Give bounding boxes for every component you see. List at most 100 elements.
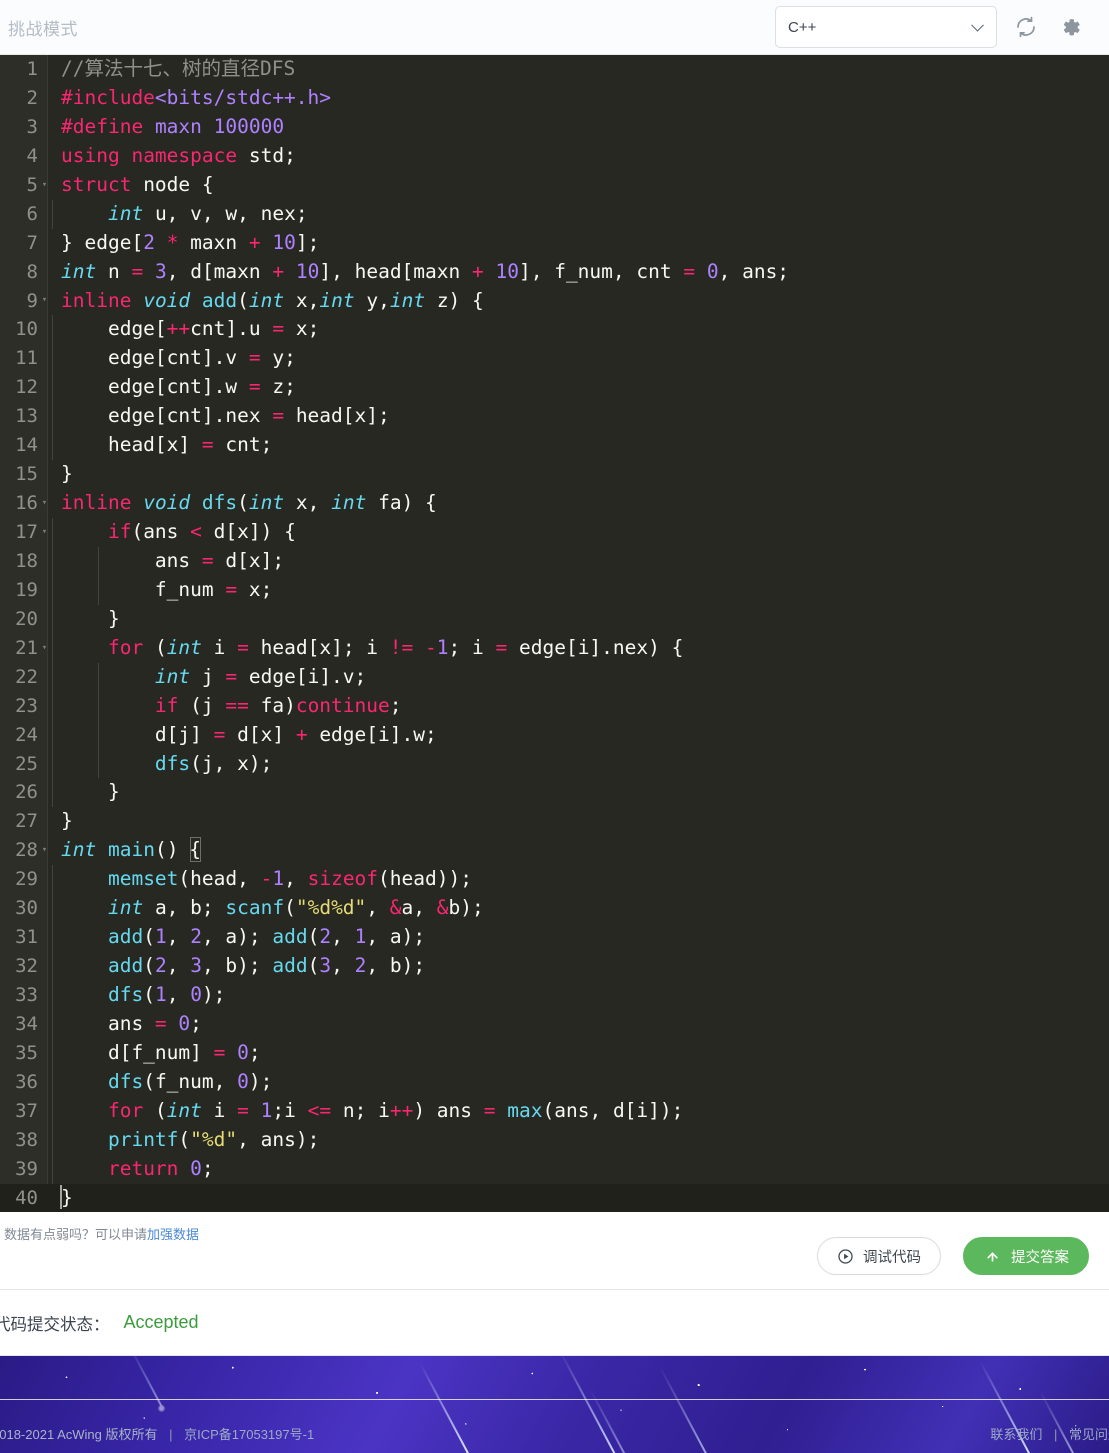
code-line[interactable]: 25 dfs(j, x);	[0, 749, 1109, 779]
code-line[interactable]: 17 ▾ if(ans < d[x]) {	[0, 518, 1109, 547]
code-line[interactable]: 24 d[j] = d[x] + edge[i].w;	[0, 720, 1109, 750]
code-line[interactable]: 34 ans = 0;	[0, 1009, 1109, 1039]
code-line[interactable]: 31 add(1, 2, a); add(2, 1, a);	[0, 923, 1109, 953]
meteor-decoration	[659, 1366, 744, 1453]
code-line-text: struct node {	[61, 172, 214, 196]
line-number: 14	[15, 434, 38, 457]
code-line[interactable]: 2 #include<bits/stdc++.h>	[0, 84, 1109, 113]
code-line[interactable]: 21 ▾ for (int i = head[x]; i != -1; i = e…	[0, 633, 1109, 663]
code-line[interactable]: 22 int j = edge[i].v;	[0, 662, 1109, 692]
code-line-text: #define maxn 100000	[61, 114, 285, 138]
submission-status-value: Accepted	[123, 1312, 199, 1332]
code-line[interactable]: 14 head[x] = cnt;	[0, 431, 1109, 461]
code-lines-container[interactable]: 1 //算法十七、树的直径DFS 2 #include<bits/stdc++.h> 3…	[0, 55, 1109, 1212]
code-line[interactable]: 1 //算法十七、树的直径DFS	[0, 55, 1109, 84]
code-line-text: d[f_num] = 0;	[49, 1038, 1109, 1068]
code-line[interactable]: 19 f_num = x;	[0, 575, 1109, 605]
footer-link-contact-us[interactable]: 联系我们	[990, 1427, 1042, 1442]
line-number: 2	[26, 86, 38, 109]
footer-link-faq[interactable]: 常见问题	[1069, 1427, 1109, 1442]
code-line-text: } edge[2 * maxn + 10];	[61, 230, 320, 254]
code-line[interactable]: 5 ▾ struct node {	[0, 171, 1109, 200]
meteor-decoration	[129, 1356, 164, 1410]
submission-status-bar: 代码提交状态： Accepted	[0, 1290, 1109, 1356]
code-line[interactable]: 39 return 0;	[0, 1154, 1109, 1184]
code-line[interactable]: 18 ans = d[x];	[0, 546, 1109, 576]
code-line[interactable]: 23 if (j == fa)continue;	[0, 691, 1109, 721]
toolbar-controls: C++	[775, 6, 1085, 48]
line-number: 3	[26, 115, 38, 138]
code-line[interactable]: 20 }	[0, 604, 1109, 634]
line-number: 32	[15, 955, 38, 978]
line-number: 11	[15, 347, 38, 370]
code-line-text: if(ans < d[x]) {	[49, 518, 1109, 547]
refresh-button[interactable]	[1011, 12, 1041, 42]
code-line-text: inline void dfs(int x, int fa) {	[61, 491, 437, 515]
code-line[interactable]: 11 edge[cnt].v = y;	[0, 344, 1109, 374]
code-line[interactable]: 30 int a, b; scanf("%d%d", &a, &b);	[0, 894, 1109, 924]
code-line[interactable]: 40}	[0, 1183, 1109, 1212]
code-editor[interactable]: 1 //算法十七、树的直径DFS 2 #include<bits/stdc++.h> 3…	[0, 55, 1109, 1212]
fold-toggle-icon[interactable]: ▾	[40, 643, 49, 653]
code-line[interactable]: 38 printf("%d", ans);	[0, 1125, 1109, 1155]
submit-answer-label: 提交答案	[1011, 1249, 1069, 1266]
code-line[interactable]: 35 d[f_num] = 0;	[0, 1038, 1109, 1068]
line-number: 17	[15, 521, 38, 543]
code-line[interactable]: 15}	[0, 460, 1109, 489]
code-line[interactable]: 12 edge[cnt].w = z;	[0, 373, 1109, 403]
code-line[interactable]: 6 int u, v, w, nex;	[0, 199, 1109, 229]
code-line[interactable]: 8 int n = 3, d[maxn + 10], head[maxn + 10…	[0, 258, 1109, 287]
code-line[interactable]: 29 memset(head, -1, sizeof(head));	[0, 865, 1109, 895]
line-number: 36	[15, 1070, 38, 1093]
code-line-text: add(2, 3, b); add(3, 2, b);	[49, 952, 1109, 982]
code-line[interactable]: 7 } edge[2 * maxn + 10];	[0, 229, 1109, 258]
code-line[interactable]: 9 ▾ inline void add(int x,int y,int z) {	[0, 287, 1109, 316]
code-line-text: printf("%d", ans);	[49, 1125, 1109, 1155]
code-line[interactable]: 13 edge[cnt].nex = head[x];	[0, 402, 1109, 432]
code-line[interactable]: 37 for (int i = 1;i <= n; i++) ans = max…	[0, 1096, 1109, 1126]
chevron-down-icon	[971, 18, 984, 32]
debug-code-button[interactable]: 调试代码	[817, 1237, 941, 1275]
settings-button[interactable]	[1055, 12, 1085, 42]
meteor-decoration	[559, 1356, 632, 1453]
code-line-text: #include<bits/stdc++.h>	[61, 85, 332, 109]
code-line[interactable]: 26 }	[0, 778, 1109, 808]
code-line[interactable]: 33 dfs(1, 0);	[0, 981, 1109, 1010]
fold-toggle-icon[interactable]: ▾	[40, 846, 49, 855]
code-line-text: edge[cnt].w = z;	[49, 373, 1109, 403]
fold-toggle-icon[interactable]: ▾	[40, 499, 49, 508]
line-number: 7	[26, 231, 38, 254]
code-line[interactable]: 10 edge[++cnt].u = x;	[0, 315, 1109, 345]
code-line[interactable]: 32 add(2, 3, b); add(3, 2, b);	[0, 952, 1109, 982]
code-line-text: for (int i = head[x]; i != -1; i = edge[…	[49, 633, 1109, 663]
code-line-text: int n = 3, d[maxn + 10], head[maxn + 10]…	[61, 259, 790, 283]
page-title: 挑战模式	[8, 19, 78, 39]
line-number: 40	[15, 1186, 38, 1209]
code-line[interactable]: 28 ▾ int main() {	[0, 836, 1109, 865]
line-number: 29	[15, 868, 38, 891]
code-line-text: ans = d[x];	[49, 546, 1109, 576]
code-line-text: f_num = x;	[49, 575, 1109, 605]
code-line-text: dfs(j, x);	[49, 749, 1109, 779]
footer-icp-link[interactable]: 京ICP备17053197号-1	[184, 1427, 314, 1442]
submission-status-label: 代码提交状态：	[0, 1315, 110, 1334]
code-line[interactable]: 3 #define maxn 100000	[0, 113, 1109, 142]
fold-toggle-icon[interactable]: ▾	[40, 296, 49, 305]
code-line[interactable]: 4 using namespace std;	[0, 142, 1109, 171]
code-line-text: }	[49, 604, 1109, 634]
code-line-text: return 0;	[49, 1154, 1109, 1184]
submit-answer-button[interactable]: 提交答案	[963, 1237, 1089, 1275]
data-strength-hint: 数据有点弱吗？可以申请加强数据	[4, 1224, 199, 1243]
code-line[interactable]: 16 ▾ inline void dfs(int x, int fa) {	[0, 489, 1109, 518]
line-number: 31	[15, 926, 38, 949]
line-number: 15	[15, 463, 38, 486]
line-number: 38	[15, 1128, 38, 1151]
code-line[interactable]: 36 dfs(f_num, 0);	[0, 1067, 1109, 1097]
language-select[interactable]: C++	[775, 6, 997, 48]
hint-text: 数据有点弱吗？可以申请	[4, 1227, 148, 1242]
meteor-decoration	[419, 1362, 478, 1453]
request-stronger-data-link[interactable]: 加强数据	[147, 1227, 199, 1242]
code-line[interactable]: 27}	[0, 807, 1109, 836]
fold-toggle-icon[interactable]: ▾	[40, 180, 49, 190]
fold-toggle-icon[interactable]: ▾	[40, 527, 49, 537]
